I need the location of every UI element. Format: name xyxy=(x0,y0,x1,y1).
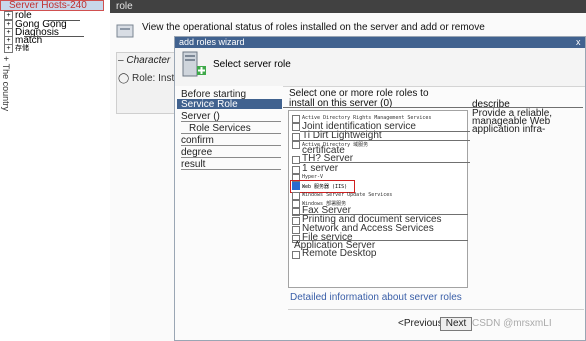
role-checkbox[interactable] xyxy=(292,192,300,200)
strike-line xyxy=(300,162,470,163)
role-item[interactable]: Remote Desktop xyxy=(302,248,376,259)
nav-divider xyxy=(181,157,281,158)
vertical-text: + The country xyxy=(1,56,11,112)
strike-line xyxy=(292,240,468,241)
tree-item-label: 存储 xyxy=(15,45,29,52)
nav-divider xyxy=(181,169,281,170)
tree-item-storage[interactable]: + 存储 xyxy=(4,43,29,53)
expand-icon[interactable]: + xyxy=(4,43,13,53)
console-header: role xyxy=(110,0,586,13)
footer-divider xyxy=(288,309,584,310)
role-checkbox[interactable] xyxy=(292,166,300,174)
strike-line xyxy=(24,36,84,37)
server-icon xyxy=(116,24,134,38)
strike-line xyxy=(300,131,470,132)
server-role-icon xyxy=(182,51,206,77)
nav-divider xyxy=(181,133,281,134)
characters-title-label: Character xyxy=(126,55,171,66)
strike-line xyxy=(300,140,470,141)
nav-divider xyxy=(181,121,281,122)
role-checkbox[interactable] xyxy=(292,156,300,164)
role-checkbox[interactable] xyxy=(292,251,300,259)
nav-service-role[interactable]: Service Role xyxy=(181,99,238,110)
previous-button[interactable]: <Previous xyxy=(398,318,443,329)
role-checkbox[interactable] xyxy=(292,200,300,208)
role-checkbox[interactable] xyxy=(292,141,300,149)
role-checkbox[interactable] xyxy=(292,133,300,141)
instruction-text: Select one or more role roles to install… xyxy=(289,89,429,109)
characters-title[interactable]: – Character xyxy=(118,55,170,66)
banner-title: Select server role xyxy=(213,59,291,70)
role-checkbox[interactable] xyxy=(292,217,300,225)
status-text: View the operational status of roles ins… xyxy=(142,22,485,33)
role-item[interactable]: 1 server xyxy=(302,163,338,174)
strike-line xyxy=(44,20,80,21)
strike-line xyxy=(292,214,468,215)
next-button[interactable]: Next xyxy=(440,317,472,331)
collapse-icon[interactable]: – xyxy=(118,55,124,66)
role-item[interactable]: Windows Server Update Services xyxy=(302,192,392,198)
wizard-title: add roles wizard xyxy=(175,37,585,48)
close-button[interactable]: x xyxy=(576,38,581,47)
description-text: Provide a reliable, manageable Web appli… xyxy=(472,108,553,135)
nav-divider xyxy=(181,145,281,146)
more-info-link[interactable]: Detailed information about server roles xyxy=(290,292,462,303)
role-checkbox[interactable] xyxy=(292,226,300,234)
role-checkbox[interactable] xyxy=(292,123,300,131)
watermark: CSDN @mrsxmLI xyxy=(472,318,552,329)
role-checkbox[interactable] xyxy=(292,115,300,123)
expand-icon: ◯ xyxy=(118,73,130,84)
